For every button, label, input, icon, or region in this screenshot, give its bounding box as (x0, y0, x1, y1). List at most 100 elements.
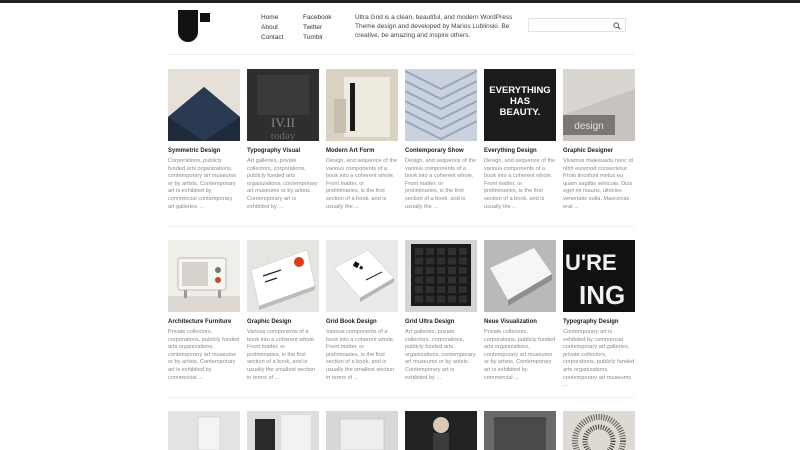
post-title[interactable]: Graphic Designer (563, 147, 635, 155)
post-card: Modern Art Form Design, and sequence of … (326, 69, 398, 211)
nav-home-link[interactable]: Home (261, 13, 283, 23)
post-card: U'RE ING Typography Design Contemporary … (563, 240, 635, 390)
post-thumbnail[interactable]: EVERYTHING HAS BEAUTY. (484, 69, 556, 141)
grid-cell (459, 257, 467, 265)
grid-cell (426, 286, 434, 293)
grid-cell (437, 257, 445, 265)
post-title[interactable]: Grid Book Design (326, 318, 398, 326)
nav-facebook-link[interactable]: Facebook (303, 13, 332, 23)
nav-about-link[interactable]: About (261, 23, 283, 33)
post-excerpt: Various components of a book into a cohe… (247, 329, 316, 381)
post-title[interactable]: Typography Visual (247, 147, 319, 155)
grid-cell (415, 286, 423, 293)
search-icon[interactable] (613, 22, 621, 30)
post-card: Grid Book Design Various components of a… (326, 240, 398, 382)
post-thumbnail[interactable] (484, 411, 556, 450)
post-thumbnail[interactable]: IV.II today (247, 69, 319, 141)
post-card: EVERYTHING HAS BEAUTY. Everything Design… (484, 69, 556, 211)
grid-cell (448, 276, 456, 284)
post-thumbnail[interactable] (405, 411, 477, 450)
post-card (247, 411, 319, 450)
post-title[interactable]: Contemporary Show (405, 147, 477, 155)
post-card: Symmetric Design Corporations, publicly … (168, 69, 240, 211)
post-title[interactable]: Grid Ultra Design (405, 318, 477, 326)
row-divider (168, 397, 634, 398)
thumb-text: EVERYTHING (489, 85, 550, 96)
search-input[interactable] (529, 25, 609, 37)
post-thumbnail[interactable] (484, 240, 556, 312)
post-thumbnail[interactable]: design (563, 69, 635, 141)
post-thumbnail[interactable] (168, 240, 240, 312)
post-card (326, 411, 398, 450)
post-card: Graphic Design Various components of a b… (247, 240, 319, 382)
post-excerpt: Private collectors, corporations, public… (168, 329, 240, 381)
nav-contact-link[interactable]: Contact (261, 33, 283, 43)
post-thumbnail[interactable] (168, 69, 240, 141)
post-thumbnail[interactable] (168, 411, 240, 450)
grid-cell (448, 248, 456, 255)
grid-cell (448, 295, 456, 303)
post-excerpt: Art galleries, private collectors, corpo… (405, 329, 476, 381)
post-title[interactable]: Architecture Furniture (168, 318, 240, 326)
grid-cell (459, 276, 467, 284)
grid-cell (437, 276, 445, 284)
post-card (405, 411, 477, 450)
grid-cell (415, 248, 423, 255)
post-title[interactable]: Symmetric Design (168, 147, 240, 155)
post-thumbnail[interactable] (326, 240, 398, 312)
grid-cell (437, 295, 445, 303)
post-card (168, 411, 240, 450)
post-card: Architecture Furniture Private collector… (168, 240, 240, 382)
grid-cell (437, 286, 445, 293)
post-thumbnail[interactable] (405, 69, 477, 141)
post-thumbnail[interactable]: U'RE ING (563, 240, 635, 312)
post-thumbnail[interactable] (563, 411, 635, 450)
post-card: IV.II today Typography Visual Art galler… (247, 69, 319, 211)
grid-cell (459, 295, 467, 303)
grid-cell (426, 257, 434, 265)
post-thumbnail[interactable] (405, 240, 477, 312)
grid-cell (459, 267, 467, 274)
grid-cell (426, 248, 434, 255)
post-thumbnail[interactable] (326, 69, 398, 141)
grid-cell (459, 286, 467, 293)
post-title[interactable]: Everything Design (484, 147, 556, 155)
thumb-text: IV.II (271, 115, 295, 130)
post-card (563, 411, 635, 450)
nav-tumblr-link[interactable]: Tumblr (303, 33, 332, 43)
grid-cell (437, 248, 445, 255)
post-title[interactable]: Typography Design (563, 318, 635, 326)
site-header: Home About Contact Facebook Twitter Tumb… (168, 3, 634, 53)
post-excerpt: Design, and sequence of the various comp… (484, 158, 556, 210)
grid-cell (426, 267, 434, 274)
site-logo[interactable] (176, 10, 214, 43)
thumb-text: BEAUTY. (500, 107, 541, 118)
post-title[interactable]: Neue Visualization (484, 318, 556, 326)
grid-cell (415, 257, 423, 265)
post-excerpt: Art galleries, private collectors, corpo… (247, 158, 318, 210)
grid-cell (437, 267, 445, 274)
post-excerpt: Vivamus malesuada nunc id nibh euismod c… (563, 158, 633, 210)
grid-cell (426, 276, 434, 284)
thumb-text: design (574, 121, 603, 132)
main-nav: Home About Contact (261, 13, 283, 43)
nav-twitter-link[interactable]: Twitter (303, 23, 332, 33)
post-excerpt: Corporations, publicly funded arts organ… (168, 158, 237, 210)
post-excerpt: Contemporary art is exhibited by commerc… (563, 329, 635, 389)
grid-cell (448, 257, 456, 265)
post-title[interactable]: Graphic Design (247, 318, 319, 326)
post-card (484, 411, 556, 450)
grid-cell (448, 286, 456, 293)
post-thumbnail[interactable] (326, 411, 398, 450)
grid-cell (459, 248, 467, 255)
post-excerpt: Design, and sequence of the various comp… (326, 158, 398, 210)
thumb-text: today (271, 130, 296, 141)
thumb-text: HAS (510, 96, 530, 107)
grid-cell (415, 295, 423, 303)
post-card: Neue Visualization Private collectors, c… (484, 240, 556, 382)
post-thumbnail[interactable] (247, 411, 319, 450)
post-title[interactable]: Modern Art Form (326, 147, 398, 155)
post-thumbnail[interactable] (247, 240, 319, 312)
post-card: Grid Ultra Design Art galleries, private… (405, 240, 477, 382)
post-card: Contemporary Show Design, and sequence o… (405, 69, 477, 211)
